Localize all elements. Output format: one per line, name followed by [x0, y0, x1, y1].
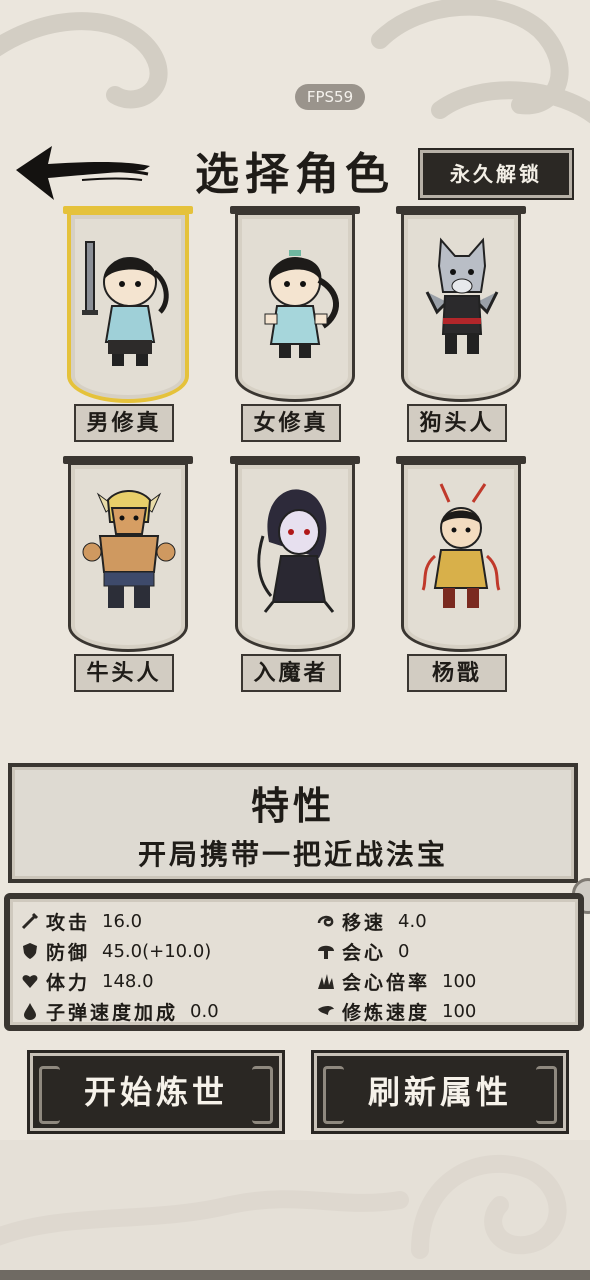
character-card-male-cultivator[interactable]: 男修真	[63, 206, 193, 448]
trait-title: 特性	[250, 783, 335, 828]
stat-move-speed: 移速 4.0	[316, 907, 427, 935]
trait-description: 开局携带一把近战法宝	[137, 838, 448, 871]
stat-defense: 防御 45.0(+10.0)	[20, 937, 211, 965]
character-name-label: 狗头人	[407, 404, 507, 442]
permanent-unlock-button[interactable]: 永久解锁	[418, 148, 574, 200]
grass-icon	[318, 974, 334, 989]
character-name-label: 牛头人	[74, 654, 174, 692]
yang-jian-portrait	[421, 483, 501, 608]
stats-panel: 攻击 16.0 防御 45.0(+10.0) 体力 148.0 子弹速度加成 0.0 移…	[4, 893, 584, 1031]
stat-stamina: 体力 148.0	[20, 967, 154, 995]
character-name-label: 入魔者	[241, 654, 341, 692]
fps-counter: FPS59	[295, 84, 365, 110]
stat-critical: 会心 0	[316, 937, 409, 965]
male-cultivator-portrait	[82, 241, 169, 366]
drop-icon	[24, 1003, 36, 1020]
demon-possessed-portrait	[257, 489, 335, 613]
character-card-dog-head[interactable]: 狗头人	[396, 206, 526, 448]
page-title: 选择角色	[195, 149, 395, 200]
shield-icon	[23, 943, 37, 959]
bottom-nav-bar	[0, 1270, 590, 1280]
start-game-button[interactable]: 开始炼世	[27, 1050, 285, 1134]
character-card-yang-jian[interactable]: 杨戬	[396, 456, 526, 698]
refresh-attributes-button[interactable]: 刷新属性	[311, 1050, 569, 1134]
wing-icon	[318, 1006, 334, 1015]
swirl-icon	[317, 915, 334, 927]
stat-bullet-speed-bonus: 子弹速度加成 0.0	[20, 997, 219, 1025]
heart-icon	[22, 975, 38, 988]
bull-head-portrait	[82, 490, 176, 608]
trait-panel: 特性 开局携带一把近战法宝	[8, 763, 578, 883]
arrow-left-icon	[16, 146, 150, 200]
character-card-female-cultivator[interactable]: 女修真	[230, 206, 360, 448]
female-cultivator-portrait	[264, 250, 339, 358]
mushroom-icon	[318, 945, 334, 959]
character-card-bull-head[interactable]: 牛头人	[63, 456, 193, 698]
character-name-label: 杨戬	[407, 654, 507, 692]
dog-head-portrait	[425, 237, 499, 354]
stat-cultivation-speed: 修炼速度 100	[316, 997, 476, 1025]
stat-attack: 攻击 16.0	[20, 907, 142, 935]
character-name-label: 男修真	[74, 404, 174, 442]
stat-critical-multiplier: 会心倍率 100	[316, 967, 476, 995]
character-card-demon-possessed[interactable]: 入魔者	[230, 456, 360, 698]
character-name-label: 女修真	[241, 404, 341, 442]
sword-icon	[21, 912, 39, 930]
back-button[interactable]	[12, 140, 152, 210]
